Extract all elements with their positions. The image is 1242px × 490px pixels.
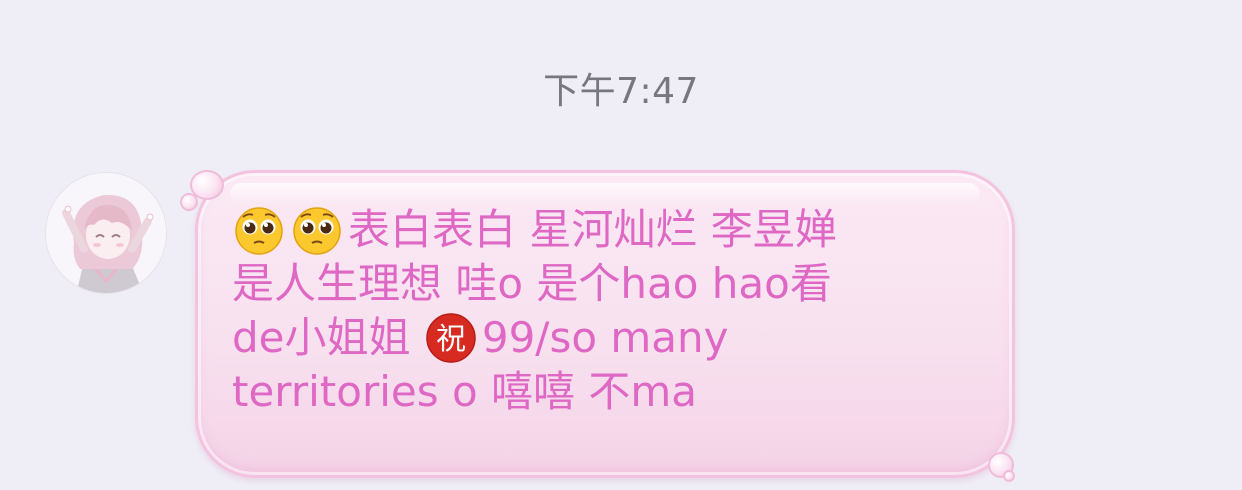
message-line-3-prefix: de小姐姐 <box>232 313 424 362</box>
pleading-face-emoji-icon <box>232 203 286 257</box>
message-line-3-suffix: 99/so many <box>481 313 729 362</box>
message-line-3: de小姐姐 祝 99/so many <box>232 311 972 365</box>
bubble-bubble-decoration-small <box>180 193 198 211</box>
message-line-2: 是人生理想 哇o 是个hao hao看 <box>232 259 832 308</box>
congratulations-glyph: 祝 <box>436 322 466 357</box>
bubble-bubble-decoration-bottom-small <box>1003 470 1015 482</box>
message-line-4: territories o 嘻嘻 不ma <box>232 367 697 416</box>
message-text: 表白表白 星河灿烂 李昱婵 是人生理想 哇o 是个hao hao看 de小姐姐 … <box>232 203 972 419</box>
pleading-face-emoji-icon <box>290 203 344 257</box>
message-line-1-text: 表白表白 星河灿烂 李昱婵 <box>348 205 837 254</box>
message-line-1: 表白表白 星河灿烂 李昱婵 <box>232 203 972 257</box>
congratulations-emoji-icon: 祝 <box>424 311 478 365</box>
bubble-gloss <box>230 183 980 205</box>
avatar[interactable] <box>45 172 167 294</box>
chat-view: 下午7:47 表白表白 星河灿烂 李昱婵 是人生理想 哇o 是个hao hao看… <box>0 0 1242 490</box>
anime-girl-avatar-icon <box>46 173 166 293</box>
message-row: 表白表白 星河灿烂 李昱婵 是人生理想 哇o 是个hao hao看 de小姐姐 … <box>0 0 1242 490</box>
